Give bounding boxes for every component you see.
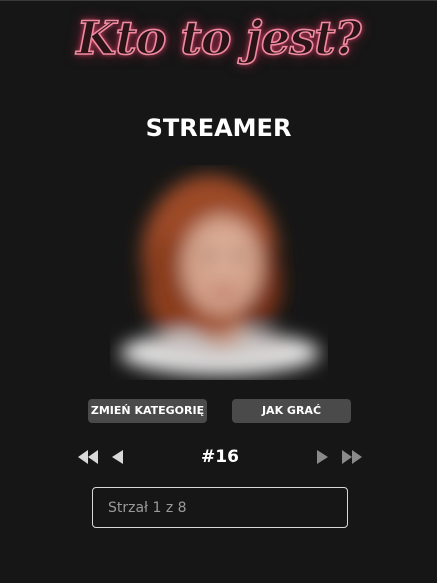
blurred-mystery-photo (110, 165, 328, 380)
how-to-play-button[interactable]: JAK GRAĆ (232, 399, 351, 423)
triangle-left-icon[interactable] (109, 448, 125, 466)
change-category-button[interactable]: ZMIEŃ KATEGORIĘ (88, 399, 207, 423)
triangle-right-icon (315, 448, 331, 466)
top-divider (0, 0, 437, 1)
category-title: STREAMER (145, 114, 292, 142)
game-logo: Kto to jest? (76, 10, 362, 66)
guess-input[interactable] (93, 488, 347, 527)
guess-field-frame (92, 487, 348, 528)
double-chevron-left-icon[interactable] (77, 448, 99, 466)
puzzle-number: #16 (201, 447, 239, 467)
double-chevron-right-icon (341, 448, 363, 466)
